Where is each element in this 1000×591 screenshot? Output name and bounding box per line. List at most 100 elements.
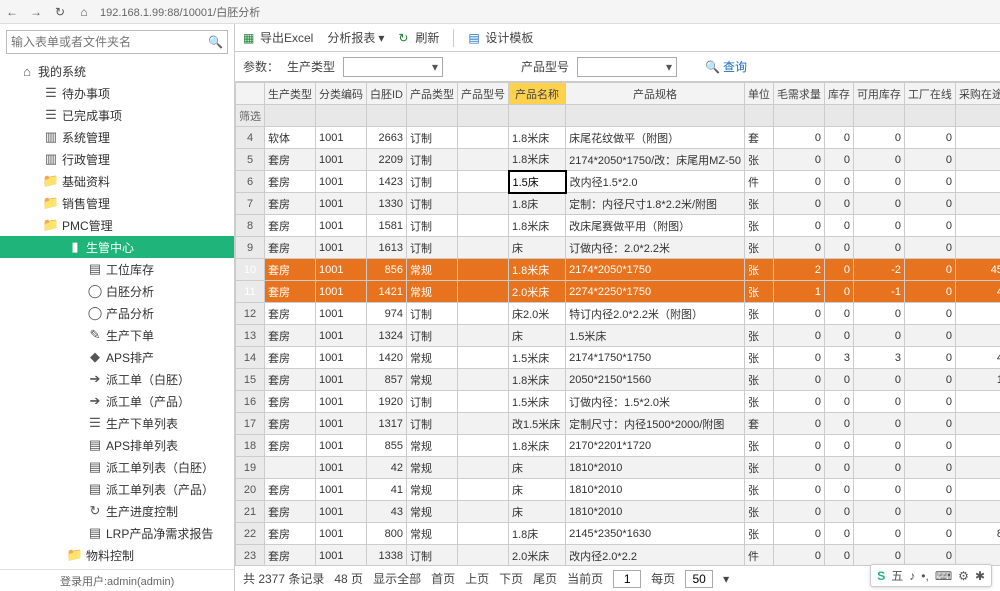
grid-cell[interactable]: 1.8米床 (509, 259, 566, 281)
table-row[interactable]: 15套房1001857常规1.8米床2050*2150*1560张000010 (236, 369, 1000, 391)
grid-cell[interactable]: 41 (367, 479, 407, 501)
grid-cell[interactable]: 2174*2050*1750 (566, 259, 745, 281)
grid-cell[interactable]: 0 (824, 127, 853, 149)
grid-cell[interactable]: 0 (904, 237, 955, 259)
grid-cell[interactable]: 0 (904, 303, 955, 325)
filter-cell[interactable] (509, 105, 566, 127)
tree-item[interactable]: ➔派工单（产品） (0, 390, 234, 412)
grid-cell[interactable]: 1.8米床 (509, 369, 566, 391)
query-button[interactable]: 🔍 查询 (705, 58, 747, 75)
tree-item[interactable]: 📁基础资料 (0, 170, 234, 192)
grid-cell[interactable]: 0 (904, 171, 955, 193)
grid-cell[interactable] (458, 281, 509, 303)
pager-last[interactable]: 尾页 (533, 570, 557, 587)
grid-cell[interactable]: 订制 (407, 193, 458, 215)
grid-cell[interactable]: 订制 (407, 171, 458, 193)
grid-cell[interactable]: 套房 (265, 501, 316, 523)
grid-cell[interactable]: 0 (824, 149, 853, 171)
filter-cell[interactable] (458, 105, 509, 127)
table-row[interactable]: 4软体10012663订制1.8米床床尾花纹做平（附图）套00000 (236, 127, 1000, 149)
prod-type-select[interactable] (343, 57, 443, 77)
grid-cell[interactable]: 0 (773, 457, 824, 479)
grid-cell[interactable]: 常规 (407, 369, 458, 391)
pager-per-input[interactable] (685, 570, 713, 588)
col-header[interactable]: 分类编码 (316, 83, 367, 105)
grid-cell[interactable]: 常规 (407, 259, 458, 281)
table-row[interactable]: 7套房10011330订制1.8床定制：内径尺寸1.8*2.2米/附图张0000… (236, 193, 1000, 215)
grid-cell[interactable]: 1001 (316, 479, 367, 501)
grid-cell[interactable]: 0 (773, 237, 824, 259)
grid-cell[interactable] (955, 149, 1000, 171)
grid-cell[interactable]: 1330 (367, 193, 407, 215)
grid-cell[interactable]: 张 (744, 457, 773, 479)
grid-cell[interactable] (458, 149, 509, 171)
grid-cell[interactable]: 套房 (265, 325, 316, 347)
grid-cell[interactable]: 0 (904, 347, 955, 369)
grid-cell[interactable]: 0 (824, 413, 853, 435)
grid-cell[interactable]: 订做内径：1.5*2.0米 (566, 391, 745, 413)
grid-cell[interactable]: 软体 (265, 127, 316, 149)
tree-item[interactable]: ▤工位库存 (0, 258, 234, 280)
grid-cell[interactable]: 1001 (316, 523, 367, 545)
grid-cell[interactable]: 件 (744, 545, 773, 566)
filter-cell[interactable] (955, 105, 1000, 127)
grid-cell[interactable]: 4 (955, 281, 1000, 303)
tree-item[interactable]: ☰生产下单列表 (0, 412, 234, 434)
grid-cell[interactable]: 0 (853, 237, 904, 259)
grid-cell[interactable] (955, 237, 1000, 259)
grid-cell[interactable]: 0 (773, 215, 824, 237)
grid-cell[interactable]: 改内径1.5*2.0 (566, 171, 745, 193)
grid-cell[interactable]: 订制 (407, 303, 458, 325)
table-row[interactable]: 8套房10011581订制1.8米床改床尾赛做平用（附图）张00000 (236, 215, 1000, 237)
grid-cell[interactable]: 22 (236, 523, 265, 545)
grid-cell[interactable]: 0 (904, 215, 955, 237)
grid-cell[interactable]: 张 (744, 193, 773, 215)
grid-cell[interactable]: 套房 (265, 281, 316, 303)
tree-item[interactable]: ▮生管中心 (0, 236, 234, 258)
grid-cell[interactable]: 7 (236, 193, 265, 215)
table-row[interactable]: 18套房1001855常规1.8米床2170*2201*1720张00000 (236, 435, 1000, 457)
col-header[interactable]: 毛需求量 (773, 83, 824, 105)
grid-cell[interactable]: 0 (904, 281, 955, 303)
grid-cell[interactable]: 1001 (316, 171, 367, 193)
grid-cell[interactable]: 套 (744, 127, 773, 149)
col-header[interactable]: 产品规格 (566, 83, 745, 105)
grid-cell[interactable]: 床 (509, 325, 566, 347)
grid-cell[interactable] (458, 215, 509, 237)
grid-cell[interactable]: 0 (853, 127, 904, 149)
grid-cell[interactable] (955, 215, 1000, 237)
grid-cell[interactable]: 张 (744, 501, 773, 523)
grid-cell[interactable]: 套房 (265, 303, 316, 325)
grid-cell[interactable]: 套房 (265, 237, 316, 259)
table-row[interactable]: 22套房1001800常规1.8床2145*2350*1630张000080 (236, 523, 1000, 545)
grid-cell[interactable] (955, 391, 1000, 413)
grid-cell[interactable]: 1001 (316, 281, 367, 303)
grid-cell[interactable]: 床 (509, 479, 566, 501)
filter-cell[interactable] (904, 105, 955, 127)
grid-cell[interactable] (458, 523, 509, 545)
grid-cell[interactable]: 订制 (407, 237, 458, 259)
grid-cell[interactable] (458, 237, 509, 259)
analysis-report-button[interactable]: 分析报表 ▾ (327, 29, 384, 46)
grid-cell[interactable]: 0 (824, 325, 853, 347)
grid-cell[interactable]: 12 (236, 303, 265, 325)
grid-cell[interactable]: 1001 (316, 127, 367, 149)
grid-cell[interactable]: 床尾花纹做平（附图） (566, 127, 745, 149)
grid-cell[interactable]: 0 (824, 501, 853, 523)
grid-cell[interactable]: 1421 (367, 281, 407, 303)
tree-item[interactable]: 📁销售管理 (0, 192, 234, 214)
grid-cell[interactable]: 改1.5米床 (509, 413, 566, 435)
grid-cell[interactable]: 0 (853, 303, 904, 325)
grid-cell[interactable]: 0 (824, 435, 853, 457)
col-header[interactable]: 单位 (744, 83, 773, 105)
grid-cell[interactable]: 1001 (316, 347, 367, 369)
grid-cell[interactable]: 21 (236, 501, 265, 523)
grid-cell[interactable]: 套房 (265, 347, 316, 369)
filter-cell[interactable] (265, 105, 316, 127)
nav-forward[interactable]: → (28, 4, 44, 20)
grid-cell[interactable]: 857 (367, 369, 407, 391)
grid-cell[interactable]: 2170*2201*1720 (566, 435, 745, 457)
grid-cell[interactable]: 0 (824, 237, 853, 259)
grid-cell[interactable]: 23 (236, 545, 265, 566)
tree-item[interactable]: ◯白胚分析 (0, 280, 234, 302)
